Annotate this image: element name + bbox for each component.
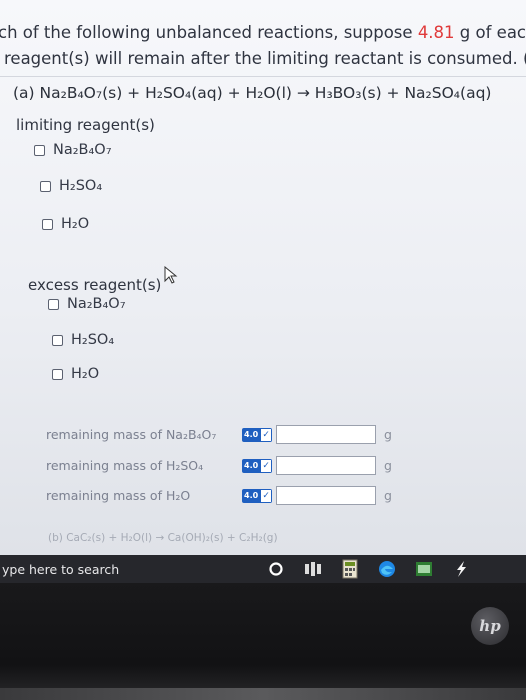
unit-label: g — [384, 488, 392, 503]
excess-option-h2so4[interactable]: H₂SO₄ — [52, 332, 114, 348]
laptop-edge — [0, 688, 526, 700]
mouse-cursor-icon — [164, 265, 178, 288]
mass-row-h2o: remaining mass of H₂O 4.0 ✓ g — [46, 486, 392, 505]
mass-label: remaining mass of H₂SO₄ — [46, 458, 204, 473]
mass-row-h2so4: remaining mass of H₂SO₄ 4.0 ✓ g — [46, 456, 392, 475]
mass-input-na2b4o7[interactable] — [276, 425, 376, 444]
check-icon: ✓ — [260, 488, 272, 503]
divider — [0, 76, 526, 77]
edge-icon[interactable] — [375, 557, 399, 581]
excess-option-h2o[interactable]: H₂O — [52, 366, 99, 382]
mass-input-h2o[interactable] — [276, 486, 376, 505]
limiting-option-h2o[interactable]: H₂O — [42, 216, 89, 232]
task-view-icon[interactable] — [301, 557, 325, 581]
equation-b: (b) CaC₂(s) + H₂O(l) → Ca(OH)₂(s) + C₂H₂… — [48, 532, 278, 544]
files-icon[interactable] — [412, 557, 436, 581]
unit-label: g — [384, 427, 392, 442]
taskbar-search-box[interactable]: ype here to search — [0, 562, 264, 577]
limiting-reagent-label: limiting reagent(s) — [16, 116, 155, 134]
cortana-circle-icon[interactable] — [264, 557, 288, 581]
laptop-bezel — [0, 583, 526, 700]
browser-page: ch of the following unbalanced reactions… — [0, 0, 526, 555]
checkbox[interactable] — [52, 368, 63, 380]
hp-logo: hp — [471, 607, 509, 645]
excess-reagent-label: excess reagent(s) — [28, 276, 162, 294]
mass-label: remaining mass of H₂O — [46, 488, 191, 503]
limiting-option-h2so4[interactable]: H₂SO₄ — [40, 178, 102, 194]
checkbox[interactable] — [34, 144, 45, 156]
mass-row-na2b4o7: remaining mass of Na₂B₄O₇ 4.0 ✓ g — [46, 425, 392, 444]
excess-option-na2b4o7[interactable]: Na₂B₄O₇ — [48, 296, 126, 312]
mass-input-h2so4[interactable] — [276, 456, 376, 475]
mass-label: remaining mass of Na₂B₄O₇ — [46, 427, 217, 442]
check-icon: ✓ — [260, 427, 272, 442]
check-icon: ✓ — [260, 458, 272, 473]
checkbox[interactable] — [48, 298, 59, 310]
equation-a: (a) Na₂B₄O₇(s) + H₂SO₄(aq) + H₂O(l) → H₃… — [13, 84, 492, 102]
score-badge: 4.0 ✓ — [242, 458, 272, 473]
checkbox[interactable] — [52, 334, 63, 346]
app-icon[interactable] — [449, 557, 473, 581]
score-badge: 4.0 ✓ — [242, 427, 272, 442]
question-text-line-2: reagent(s) will remain after the limitin… — [4, 49, 526, 68]
given-mass: 4.81 — [417, 23, 455, 42]
checkbox[interactable] — [40, 180, 51, 192]
limiting-option-na2b4o7[interactable]: Na₂B₄O₇ — [34, 142, 112, 158]
windows-taskbar: ype here to search — [0, 555, 526, 583]
unit-label: g — [384, 458, 392, 473]
checkbox[interactable] — [42, 218, 53, 230]
score-badge: 4.0 ✓ — [242, 488, 272, 503]
calculator-icon[interactable] — [338, 557, 362, 581]
question-text-line-1: ch of the following unbalanced reactions… — [0, 23, 526, 42]
